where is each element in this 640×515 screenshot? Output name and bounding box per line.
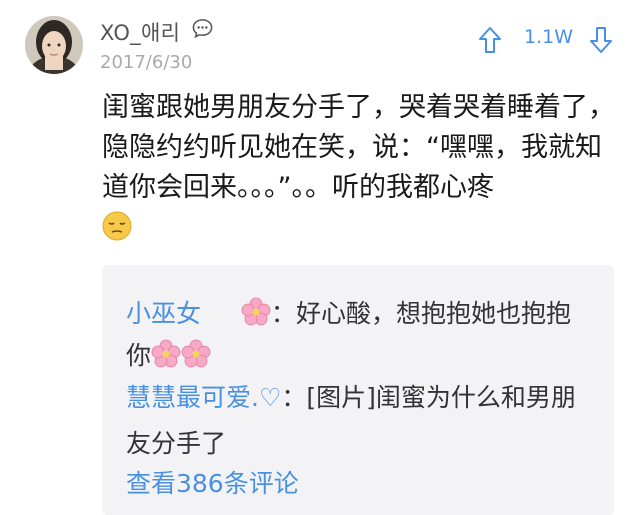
cherry-blossom-emoji [151, 339, 181, 368]
comment-2-line-2: 友分手了 [126, 429, 227, 458]
username[interactable]: XO_애리 [100, 17, 180, 47]
comment-1-line-2: 你 [126, 336, 211, 372]
pensive-face-emoji [102, 211, 132, 241]
comment-1-line-1: 小巫女 ：好心酸，想抱抱她也抱抱 [126, 297, 571, 328]
comment-2-text: [图片]闺蜜为什么和男朋 [306, 383, 576, 412]
post-body-text: 闺蜜跟她男朋友分手了，哭着哭着睡着了，隐隐约约听见她在笑，说：“嘿嘿，我就知道你… [102, 92, 615, 203]
comment-2-user[interactable]: 慧慧最可爱.♡ [126, 383, 281, 412]
comment-2-line-1: 慧慧最可爱.♡：[图片]闺蜜为什么和男朋 [126, 383, 576, 412]
comment-1-text: 好心酸，想抱抱她也抱抱 [295, 299, 571, 328]
cherry-blossom-emoji [241, 297, 271, 326]
post-date: 2017/6/30 [100, 52, 193, 73]
cherry-blossom-emoji [181, 339, 211, 368]
comment-1-user[interactable]: 小巫女 [126, 299, 201, 328]
avatar[interactable] [25, 16, 83, 74]
post-body: 闺蜜跟她男朋友分手了，哭着哭着睡着了，隐隐约约听见她在笑，说：“嘿嘿，我就知道你… [102, 88, 622, 248]
view-all-comments-link[interactable]: 查看386条评论 [126, 464, 299, 500]
upvote-arrow-icon[interactable] [478, 26, 502, 54]
chat-bubble-icon[interactable] [191, 17, 214, 40]
vote-count: 1.1W [524, 26, 574, 48]
downvote-arrow-icon[interactable] [589, 26, 613, 54]
